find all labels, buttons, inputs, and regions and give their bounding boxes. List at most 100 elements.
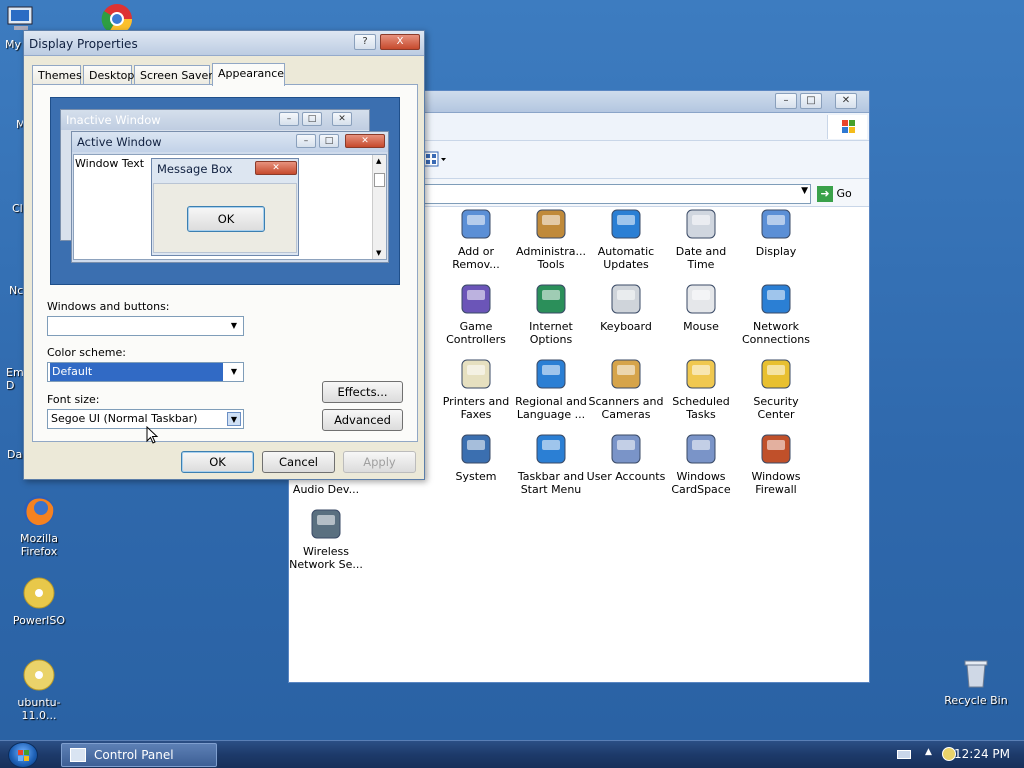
show-hidden-icons-icon[interactable]: ▲ [925, 747, 932, 757]
display-properties-dialog[interactable]: Display Properties ? X Themes Desktop Sc… [23, 30, 425, 480]
cp-item-automatic-updates[interactable]: Automatic Updates [586, 206, 666, 271]
cp-item-label: Internet Options [529, 320, 573, 346]
add-remove-programs-icon [458, 206, 494, 242]
cp-item-regional[interactable]: Regional and Language ... [511, 356, 591, 421]
cp-minimize-button[interactable]: – [775, 93, 797, 109]
chevron-down-icon: ▼ [227, 412, 241, 426]
cp-item-label: Regional and Language ... [515, 395, 587, 421]
address-input[interactable]: ▼ [423, 184, 811, 204]
color-scheme-select[interactable]: Default ▼ [47, 362, 244, 382]
cardspace-icon [683, 431, 719, 467]
cp-item-mouse[interactable]: Mouse [661, 281, 741, 333]
taskbar-task-label: Control Panel [94, 748, 174, 762]
disc-icon [22, 658, 56, 692]
desktop-icon-poweriso[interactable]: PowerISO [2, 576, 76, 627]
clock[interactable]: 12:24 PM [954, 747, 1010, 761]
desktop-icon-ubuntu[interactable]: ubuntu-11.0... [2, 658, 76, 722]
cp-item-label: Game Controllers [446, 320, 506, 346]
appearance-preview: Inactive Window – □ ✕ Active Window – □ … [50, 97, 400, 285]
appearance-panel: Inactive Window – □ ✕ Active Window – □ … [32, 84, 418, 442]
cp-item-printers[interactable]: Printers and Faxes [436, 356, 516, 421]
cp-item-add-remove-programs[interactable]: Add or Remov... [436, 206, 516, 271]
display-icon [758, 206, 794, 242]
cp-item-label: Automatic Updates [597, 245, 655, 271]
recycle-bin-icon [959, 656, 993, 690]
desktop-icon-recycle-bin[interactable]: Recycle Bin [938, 656, 1014, 707]
scroll-down-icon: ▼ [376, 249, 382, 257]
cp-item-system[interactable]: System [436, 431, 516, 483]
desktop-icon-cut-4[interactable]: Em D [0, 366, 24, 392]
desktop-icon-firefox[interactable]: Mozilla Firefox [2, 494, 76, 558]
address-dropdown-icon[interactable]: ▼ [801, 186, 808, 196]
cp-item-label: Network Connections [742, 320, 810, 346]
desktop-icon-cut-5[interactable]: Da [0, 448, 24, 461]
desktop-icon-poweriso-label: PowerISO [12, 614, 66, 627]
cp-item-user-accounts[interactable]: User Accounts [586, 431, 666, 483]
cp-close-button[interactable]: ✕ [835, 93, 857, 109]
tab-screen-saver[interactable]: Screen Saver [134, 65, 213, 85]
desktop-icon-ubuntu-label: ubuntu-11.0... [17, 696, 61, 722]
cp-item-taskbar[interactable]: Taskbar and Start Menu [511, 431, 591, 496]
scroll-thumb [374, 173, 385, 187]
cp-item-label: Mouse [683, 320, 719, 333]
tab-appearance[interactable]: Appearance [212, 63, 285, 86]
tab-themes[interactable]: Themes [32, 65, 82, 85]
ok-button[interactable]: OK [181, 451, 254, 473]
desktop-icon-cut-3[interactable]: Nc [0, 284, 24, 297]
cp-item-administrative-tools[interactable]: Administra... Tools [511, 206, 591, 271]
dialog-close-button[interactable]: X [380, 34, 420, 50]
cp-item-date-time[interactable]: Date and Time [661, 206, 741, 271]
poweriso-icon [22, 576, 56, 610]
cp-item-keyboard[interactable]: Keyboard [586, 281, 666, 333]
mouse-icon [683, 281, 719, 317]
taskbar: Control Panel ▲ 12:24 PM [0, 740, 1024, 768]
windows-flag-icon [827, 115, 867, 139]
preview-message-box: Message Box ✕ OK [151, 158, 299, 256]
cp-item-label: User Accounts [586, 470, 666, 483]
dialog-title: Display Properties [29, 37, 138, 51]
windows-buttons-select[interactable]: ▼ [47, 316, 244, 336]
keyboard-tray-icon[interactable] [897, 750, 911, 759]
cancel-button[interactable]: Cancel [262, 451, 335, 473]
go-button[interactable]: ➜ Go [817, 184, 867, 204]
message-box-close-icon: ✕ [255, 161, 297, 175]
cp-item-display[interactable]: Display [736, 206, 816, 258]
user-accounts-icon [608, 431, 644, 467]
active-minimize-icon: – [296, 134, 316, 148]
cp-item-label: Printers and Faxes [442, 395, 510, 421]
apply-button[interactable]: Apply [343, 451, 416, 473]
cp-item-label: Administra... Tools [516, 245, 586, 271]
desktop-icon-cut-2[interactable]: Cl [0, 202, 24, 215]
views-icon[interactable] [423, 151, 447, 169]
advanced-button[interactable]: Advanced [322, 409, 403, 431]
cp-maximize-button[interactable]: □ [800, 93, 822, 109]
cp-item-firewall[interactable]: Windows Firewall [736, 431, 816, 496]
cp-item-label: Audio Dev... [292, 483, 360, 496]
cp-item-wireless[interactable]: Wireless Network Se... [286, 506, 366, 571]
cp-item-game-controllers[interactable]: Game Controllers [436, 281, 516, 346]
wireless-icon [308, 506, 344, 542]
cp-item-scheduled-tasks[interactable]: Scheduled Tasks [661, 356, 741, 421]
font-size-value: Segoe UI (Normal Taskbar) [51, 412, 198, 425]
taskbar-control-panel[interactable]: Control Panel [61, 743, 217, 767]
help-button[interactable]: ? [354, 34, 376, 50]
desktop-icon-cut-1[interactable]: M [0, 118, 26, 131]
cp-item-label: System [455, 470, 497, 483]
cp-item-security-center[interactable]: Security Center [736, 356, 816, 421]
cp-item-label: Windows CardSpace [671, 470, 731, 496]
preview-scrollbar: ▲ ▼ [372, 155, 386, 259]
cp-item-label: Date and Time [675, 245, 727, 271]
cp-item-scanners[interactable]: Scanners and Cameras [586, 356, 666, 421]
automatic-updates-icon [608, 206, 644, 242]
tab-desktop[interactable]: Desktop [83, 65, 134, 85]
dialog-titlebar[interactable]: Display Properties ? X [24, 31, 424, 56]
cp-item-audio-devices[interactable]: Audio Dev... [286, 483, 366, 496]
windows-logo-icon [18, 750, 29, 761]
preview-ok-button: OK [187, 206, 265, 232]
cp-item-network-connections[interactable]: Network Connections [736, 281, 816, 346]
go-label: Go [836, 187, 852, 200]
cp-item-cardspace[interactable]: Windows CardSpace [661, 431, 741, 496]
effects-button[interactable]: Effects... [322, 381, 403, 403]
cp-item-internet-options[interactable]: Internet Options [511, 281, 591, 346]
start-button[interactable] [8, 742, 38, 768]
